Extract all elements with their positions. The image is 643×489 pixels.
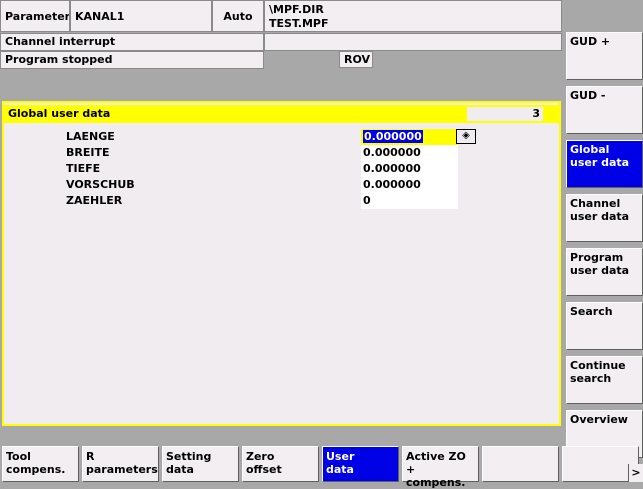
- operating-mode: Auto: [212, 0, 264, 32]
- softkey-r-parameters[interactable]: R parameters: [82, 446, 159, 482]
- softkey-global-user-data[interactable]: Global user data: [566, 140, 643, 188]
- program-status: Program stopped: [0, 51, 264, 69]
- softkey-search[interactable]: Search: [566, 302, 643, 350]
- variable-count: 3: [467, 107, 543, 121]
- softkey-zero-offset[interactable]: Zero offset: [242, 446, 319, 482]
- program-info: \MPF.DIR TEST.MPF: [264, 0, 562, 32]
- program-path: \MPF.DIR: [269, 3, 324, 16]
- variable-value: 0.000000: [363, 130, 423, 143]
- softkey-user-data[interactable]: User data: [322, 446, 399, 482]
- variable-value: 0.000000: [363, 162, 421, 175]
- variable-name: BREITE: [66, 146, 110, 159]
- program-name: TEST.MPF: [269, 17, 329, 30]
- variable-name: ZAEHLER: [66, 194, 123, 207]
- etc-key[interactable]: >: [628, 464, 643, 482]
- variable-value: 0.000000: [363, 178, 421, 191]
- panel-title: Global user data: [8, 107, 111, 120]
- softkey-channel-user-data[interactable]: Channel user data: [566, 194, 643, 242]
- area-label: Parameter: [0, 0, 70, 32]
- variable-value-field[interactable]: 0.000000: [361, 129, 458, 145]
- softkey-gud[interactable]: GUD -: [566, 86, 643, 134]
- panel-title-bar: Global user data 3: [4, 105, 559, 123]
- softkey-empty-6[interactable]: [482, 446, 559, 482]
- variable-name: TIEFE: [66, 162, 101, 175]
- softkey-active-zo-compens[interactable]: Active ZO + compens.: [402, 446, 479, 489]
- variable-name: LAENGE: [66, 130, 115, 143]
- softkey-gud[interactable]: GUD +: [566, 32, 643, 80]
- variable-value-field[interactable]: 0.000000: [361, 145, 458, 161]
- channel-status: Channel interrupt: [0, 33, 264, 51]
- variable-value: 0: [363, 194, 371, 207]
- softkey-continue-search[interactable]: Continue search: [566, 356, 643, 404]
- alarm-line: [264, 33, 562, 51]
- variable-value-field[interactable]: 0: [361, 193, 458, 209]
- user-data-panel: Global user data 3 LAENGE 0.000000 BREITE 0…: [2, 101, 561, 426]
- softkey-program-user-data[interactable]: Program user data: [566, 248, 643, 296]
- softkey-tool-compens[interactable]: Tool compens.: [2, 446, 79, 482]
- variable-name: VORSCHUB: [66, 178, 135, 191]
- variable-value-field[interactable]: 0.000000: [361, 177, 458, 193]
- rov-indicator: ROV: [339, 51, 373, 68]
- toggle-icon[interactable]: ◈: [456, 129, 476, 144]
- variable-value-field[interactable]: 0.000000: [361, 161, 458, 177]
- softkey-setting-data[interactable]: Setting data: [162, 446, 239, 482]
- channel-name: KANAL1: [70, 0, 212, 32]
- variable-value: 0.000000: [363, 146, 421, 159]
